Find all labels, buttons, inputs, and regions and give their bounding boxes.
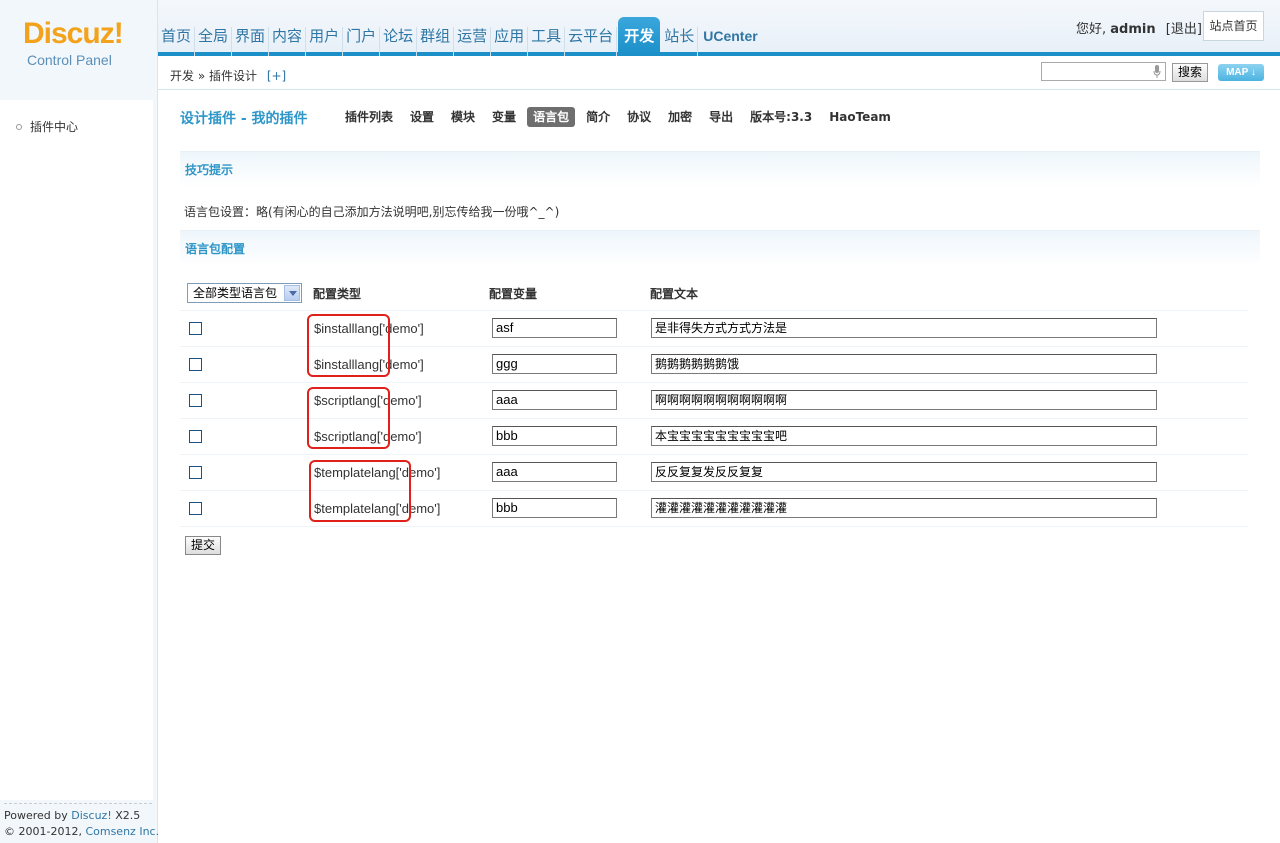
nav-home[interactable]: 首页 xyxy=(158,27,196,56)
team-label: HaoTeam xyxy=(829,110,891,124)
row-checkbox[interactable] xyxy=(189,502,202,515)
language-type-select[interactable]: 全部类型语言包 xyxy=(187,283,302,303)
row-checkbox[interactable] xyxy=(189,430,202,443)
config-text-input[interactable]: 反反复复发反反复复 xyxy=(651,462,1157,482)
tip-header-label: 技巧提示 xyxy=(185,163,234,177)
tab-license[interactable]: 协议 xyxy=(621,107,657,127)
nav-forum[interactable]: 论坛 xyxy=(380,27,418,56)
row-checkbox[interactable] xyxy=(189,322,202,335)
nav-apps[interactable]: 应用 xyxy=(491,27,529,56)
plugin-tabs: 插件列表 设置 模块 变量 语言包 简介 协议 加密 导出 版本号:3.3 Ha… xyxy=(339,107,902,127)
sidebar-item-plugin-center[interactable]: 插件中心 xyxy=(16,118,78,135)
column-header-variable: 配置变量 xyxy=(489,287,538,301)
config-variable-input[interactable]: ggg xyxy=(492,354,617,374)
config-text-input[interactable]: 灌灌灌灌灌灌灌灌灌灌灌 xyxy=(651,498,1157,518)
table-header: 全部类型语言包 配置类型 配置变量 配置文本 xyxy=(180,279,1248,311)
config-text-input[interactable]: 鹅鹅鹅鹅鹅鹅饿 xyxy=(651,354,1157,374)
nav-users[interactable]: 用户 xyxy=(306,27,344,56)
tab-intro[interactable]: 简介 xyxy=(580,107,616,127)
logo[interactable]: Discuz! Control Panel xyxy=(0,0,158,90)
config-variable-input[interactable]: bbb xyxy=(492,426,617,446)
top-header: 首页 全局 界面 内容 用户 门户 论坛 群组 运营 应用 工具 云平台 开发 … xyxy=(0,0,1280,56)
nav-cloud[interactable]: 云平台 xyxy=(565,27,618,56)
tab-language-pack[interactable]: 语言包 xyxy=(527,107,576,127)
nav-global[interactable]: 全局 xyxy=(195,27,233,56)
main-nav: 首页 全局 界面 内容 用户 门户 论坛 群组 运营 应用 工具 云平台 开发 … xyxy=(158,14,761,56)
nav-tools[interactable]: 工具 xyxy=(528,27,566,56)
logout-link[interactable]: [退出] xyxy=(1166,22,1202,37)
tab-export[interactable]: 导出 xyxy=(703,107,739,127)
username: admin xyxy=(1110,22,1156,37)
config-variable-input[interactable]: aaa xyxy=(492,462,617,482)
tip-text: 语言包设置：略(有闲心的自己添加方法说明吧,别忘传给我一份哦^_^) xyxy=(184,205,560,219)
nav-operation[interactable]: 运营 xyxy=(454,27,492,56)
row-checkbox[interactable] xyxy=(189,358,202,371)
column-header-text: 配置文本 xyxy=(650,287,699,301)
tab-settings[interactable]: 设置 xyxy=(404,107,440,127)
config-text-input[interactable]: 本宝宝宝宝宝宝宝宝宝吧 xyxy=(651,426,1157,446)
config-header-label: 语言包配置 xyxy=(185,242,246,256)
footer: Powered by Discuz! X2.5 © 2001-2012, Com… xyxy=(4,803,159,840)
nav-interface[interactable]: 界面 xyxy=(232,27,270,56)
discuz-link[interactable]: Discuz! xyxy=(71,809,111,822)
site-home-button[interactable]: 站点首页 xyxy=(1203,11,1264,41)
highlight-box-installlang xyxy=(307,314,390,377)
copyright-text: © 2001-2012, xyxy=(4,825,82,838)
nav-develop[interactable]: 开发 xyxy=(618,17,661,56)
page-title: 设计插件 - 我的插件 xyxy=(180,111,308,127)
add-shortcut-link[interactable]: [+] xyxy=(267,69,286,83)
submit-button[interactable]: 提交 xyxy=(185,536,221,555)
tip-section-header: 技巧提示 xyxy=(180,151,1260,187)
main-content: 设计插件 - 我的插件 插件列表 设置 模块 变量 语言包 简介 协议 加密 导… xyxy=(158,91,1280,843)
microphone-icon[interactable] xyxy=(1153,65,1161,78)
nav-portal[interactable]: 门户 xyxy=(343,27,381,56)
search-input[interactable] xyxy=(1041,62,1166,81)
column-header-type: 配置类型 xyxy=(313,287,362,301)
breadcrumb-path: 开发 » 插件设计 xyxy=(170,69,257,83)
row-checkbox[interactable] xyxy=(189,466,202,479)
sidebar-menu: 插件中心 xyxy=(0,100,153,800)
comsenz-link[interactable]: Comsenz Inc. xyxy=(85,825,159,838)
config-variable-input[interactable]: aaa xyxy=(492,390,617,410)
greeting-text: 您好, xyxy=(1076,22,1107,37)
config-text-input[interactable]: 啊啊啊啊啊啊啊啊啊啊啊 xyxy=(651,390,1157,410)
nav-ucenter[interactable]: UCenter xyxy=(698,27,760,56)
highlight-box-templatelang xyxy=(309,460,411,522)
row-checkbox[interactable] xyxy=(189,394,202,407)
select-value: 全部类型语言包 xyxy=(193,286,278,300)
search-button[interactable]: 搜索 xyxy=(1172,63,1208,82)
breadcrumb: 开发 » 插件设计 [+] xyxy=(170,67,286,84)
map-button[interactable]: MAP ↓ xyxy=(1218,64,1264,81)
version-text: X2.5 xyxy=(115,809,141,822)
chevron-down-icon[interactable] xyxy=(284,285,300,301)
sidebar: 插件中心 xyxy=(0,90,158,843)
tab-encrypt[interactable]: 加密 xyxy=(662,107,698,127)
sidebar-item-label: 插件中心 xyxy=(30,120,79,134)
nav-webmaster[interactable]: 站长 xyxy=(661,27,699,56)
logo-subtitle: Control Panel xyxy=(27,52,112,68)
powered-by-text: Powered by xyxy=(4,809,68,822)
sub-header: 开发 » 插件设计 [+] 搜索 MAP ↓ xyxy=(158,60,1280,90)
config-variable-input[interactable]: asf xyxy=(492,318,617,338)
config-variable-input[interactable]: bbb xyxy=(492,498,617,518)
tab-modules[interactable]: 模块 xyxy=(445,107,481,127)
logo-brand: Discuz! xyxy=(23,17,124,50)
version-label: 版本号:3.3 xyxy=(750,110,813,124)
tab-plugin-list[interactable]: 插件列表 xyxy=(339,107,399,127)
config-text-input[interactable]: 是非得失方式方式方法是 xyxy=(651,318,1157,338)
nav-content[interactable]: 内容 xyxy=(269,27,307,56)
bullet-icon xyxy=(16,124,22,130)
user-info: 您好, admin [退出] xyxy=(1076,18,1202,37)
highlight-box-scriptlang xyxy=(307,387,390,449)
tab-variables[interactable]: 变量 xyxy=(486,107,522,127)
config-section-header: 语言包配置 xyxy=(180,230,1260,266)
nav-group[interactable]: 群组 xyxy=(417,27,455,56)
